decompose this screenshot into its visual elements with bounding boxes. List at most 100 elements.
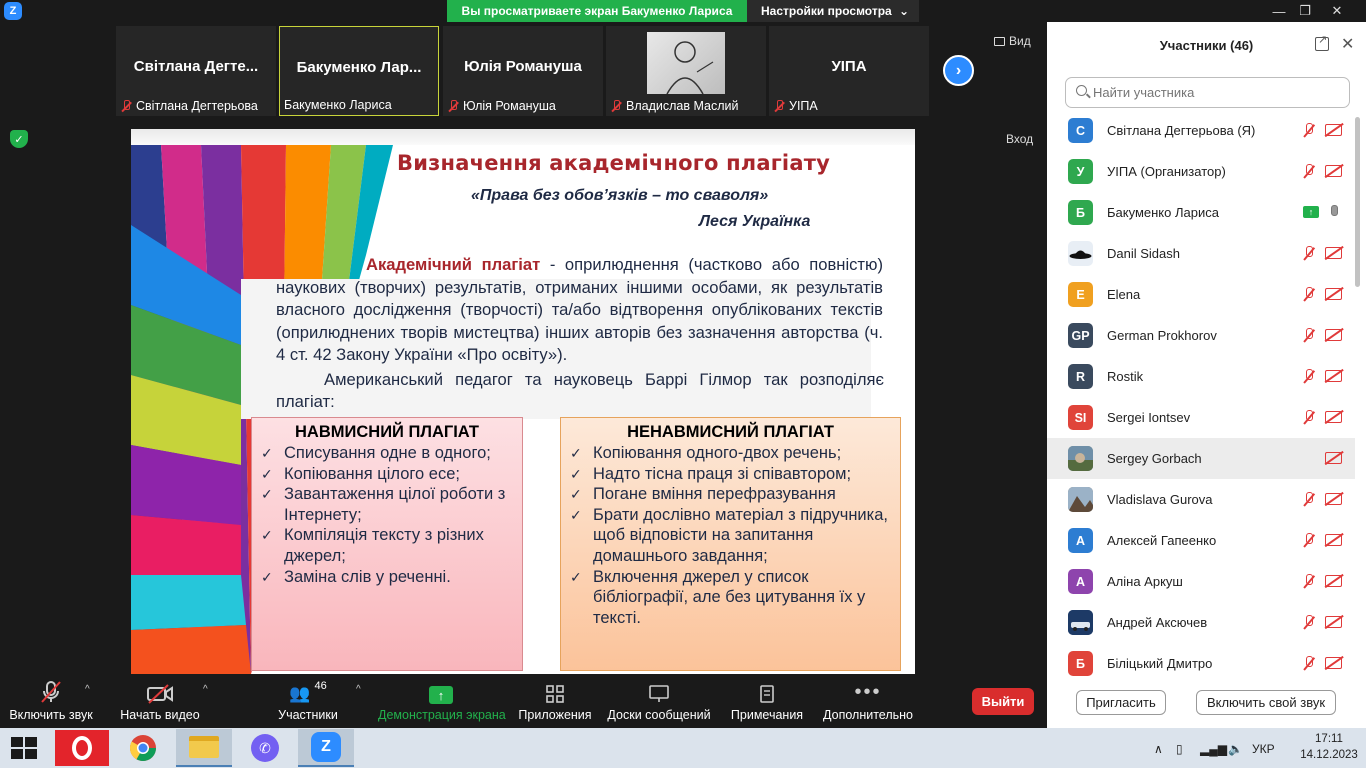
definition-term: Академічний плагіат <box>366 255 541 274</box>
participant-row[interactable]: У УІПА (Организатор) <box>1047 151 1355 192</box>
start-video-button[interactable]: Начать видео <box>118 674 202 728</box>
list-item: ✓ Надто тісна праця зі співавтором; <box>570 464 852 483</box>
participant-row[interactable]: E Elena <box>1047 274 1355 315</box>
participant-row[interactable]: Sergey Gorbach <box>1047 438 1355 479</box>
participant-row[interactable]: R Rostik <box>1047 356 1355 397</box>
video-tile-name: Бакуменко Лар... <box>296 59 422 76</box>
camera-off-icon <box>1325 657 1342 669</box>
battery-icon[interactable]: ▯ <box>1176 742 1183 756</box>
participant-row[interactable]: Б Біліцький Дмитро <box>1047 643 1355 684</box>
check-icon: ✓ <box>261 445 273 461</box>
signal-icon[interactable]: ▂▄▆ <box>1200 742 1227 756</box>
more-dots-icon: ••• <box>854 681 882 703</box>
tray-expand-icon[interactable]: ∧ <box>1154 742 1163 756</box>
popout-icon[interactable] <box>1315 33 1329 51</box>
mic-off-icon <box>773 100 785 112</box>
more-label: Дополнительно <box>823 708 913 722</box>
more-button[interactable]: ••• Дополнительно <box>822 674 914 728</box>
close-window-button[interactable]: ✕ <box>1322 0 1352 22</box>
taskbar-opera[interactable] <box>54 729 110 767</box>
system-clock[interactable]: 17:11 14.12.2023 <box>1296 731 1362 763</box>
participant-name: German Prokhorov <box>1107 328 1217 343</box>
video-tile[interactable]: Бакуменко Лар... Бакуменко Лариса <box>279 26 439 116</box>
taskbar-viber[interactable]: ✆ <box>237 729 293 767</box>
participant-row[interactable]: Андрей Аксючев <box>1047 602 1355 643</box>
participant-row[interactable]: А Аліна Аркуш <box>1047 561 1355 602</box>
view-options-label: Настройки просмотра <box>761 4 892 18</box>
participants-button[interactable]: 👥 46 Участники <box>272 674 344 728</box>
invite-button[interactable]: Пригласить <box>1076 690 1166 715</box>
search-participant-input[interactable] <box>1065 77 1350 108</box>
view-label: Вид <box>1009 34 1031 48</box>
next-videos-button[interactable]: › <box>943 55 974 86</box>
video-options-caret-icon[interactable]: ^ <box>203 684 208 695</box>
video-tile[interactable]: Владислав Маслий <box>606 26 766 116</box>
windows-start-icon[interactable] <box>11 737 37 759</box>
zoom-taskbar-icon: Z <box>311 732 341 762</box>
participant-row[interactable]: Vladislava Gurova <box>1047 479 1355 520</box>
mic-off-icon <box>1302 615 1316 630</box>
view-options-button[interactable]: Настройки просмотра ⌄ <box>747 0 919 22</box>
box-list: ✓ Копіювання одного-двох речень; ✓ Надто т… <box>561 443 900 628</box>
scrollbar[interactable] <box>1355 117 1360 287</box>
video-tile-label-text: Світлана Дегтерьова <box>136 99 258 113</box>
video-tile[interactable]: УІПА УІПА <box>769 26 929 116</box>
volume-icon[interactable]: 🔈 <box>1228 742 1243 756</box>
language-indicator[interactable]: УКР <box>1252 742 1275 756</box>
unmute-button[interactable]: Включить звук <box>8 674 94 728</box>
camera-off-icon <box>1325 288 1342 300</box>
participant-row[interactable]: SI Sergei Iontsev <box>1047 397 1355 438</box>
unmute-label: Включить звук <box>9 708 93 722</box>
video-tile[interactable]: Світлана Дегте... Світлана Дегтерьова <box>116 26 276 116</box>
camera-off-icon <box>1325 370 1342 382</box>
share-screen-label: Демонстрация экрана <box>378 708 506 722</box>
avatar: SI <box>1068 405 1093 430</box>
participant-row[interactable]: Б Бакуменко Лариса ↑ <box>1047 192 1355 233</box>
mic-off-icon <box>447 100 459 112</box>
camera-off-icon <box>1325 165 1342 177</box>
participant-row[interactable]: С Світлана Дегтерьова (Я) <box>1047 110 1355 151</box>
participant-name: Андрей Аксючев <box>1107 615 1208 630</box>
apps-icon <box>546 685 564 703</box>
participants-options-caret-icon[interactable]: ^ <box>356 684 361 695</box>
camera-off-icon <box>1325 534 1342 546</box>
intentional-plagiarism-box: НАВМИСНИЙ ПЛАГІАТ ✓ Списування одне в одн… <box>251 417 523 671</box>
share-screen-button[interactable]: ↑ Демонстрация экрана <box>378 674 506 728</box>
list-item: ✓ Списування одне в одного; <box>261 444 491 462</box>
windows-taskbar: ✆ Z ∧ ▯ ▂▄▆ 🔈 УКР 17:11 14.12.2023 <box>0 728 1366 768</box>
box-title: НЕНАВМИСНИЙ ПЛАГІАТ <box>627 423 834 441</box>
close-panel-icon[interactable]: ✕ <box>1341 34 1354 54</box>
video-tile-label: УІПА <box>773 99 818 113</box>
view-button[interactable]: Вид <box>994 34 1031 48</box>
video-tile-label: Бакуменко Лариса <box>284 98 392 112</box>
avatar: Б <box>1068 651 1093 676</box>
security-shield-icon[interactable]: ✓ <box>10 130 28 148</box>
enter-fullscreen-button[interactable]: Вход <box>1006 132 1033 146</box>
participant-row[interactable]: GP German Prokhorov <box>1047 315 1355 356</box>
participant-row[interactable]: Danil Sidash <box>1047 233 1355 274</box>
check-icon: ✓ <box>261 527 273 544</box>
apps-button[interactable]: Приложения <box>517 674 593 728</box>
mic-on-icon <box>1327 205 1341 220</box>
mic-off-icon <box>1302 574 1316 589</box>
taskbar-zoom[interactable]: Z <box>298 729 354 767</box>
participant-row[interactable]: А Алексей Гапеенко <box>1047 520 1355 561</box>
participants-icon: 👥 <box>289 684 311 703</box>
video-tile[interactable]: Юлія Романуша Юлія Романуша <box>443 26 603 116</box>
start-video-label: Начать видео <box>120 708 200 722</box>
leave-meeting-button[interactable]: Выйти <box>972 688 1034 715</box>
avatar: R <box>1068 364 1093 389</box>
audio-options-caret-icon[interactable]: ^ <box>85 684 90 695</box>
notes-label: Примечания <box>730 708 804 722</box>
unmute-self-button[interactable]: Включить свой звук <box>1196 690 1336 715</box>
notes-button[interactable]: Примечания <box>727 674 807 728</box>
taskbar-chrome[interactable] <box>115 729 171 767</box>
check-icon: ✓ <box>261 568 273 585</box>
avatar: E <box>1068 282 1093 307</box>
taskbar-explorer[interactable] <box>176 729 232 767</box>
whiteboards-label: Доски сообщений <box>607 708 711 722</box>
clock-date: 14.12.2023 <box>1300 749 1358 761</box>
whiteboards-button[interactable]: Доски сообщений <box>605 674 713 728</box>
mic-off-icon <box>1302 410 1316 425</box>
restore-button[interactable]: ❐ <box>1290 0 1320 22</box>
